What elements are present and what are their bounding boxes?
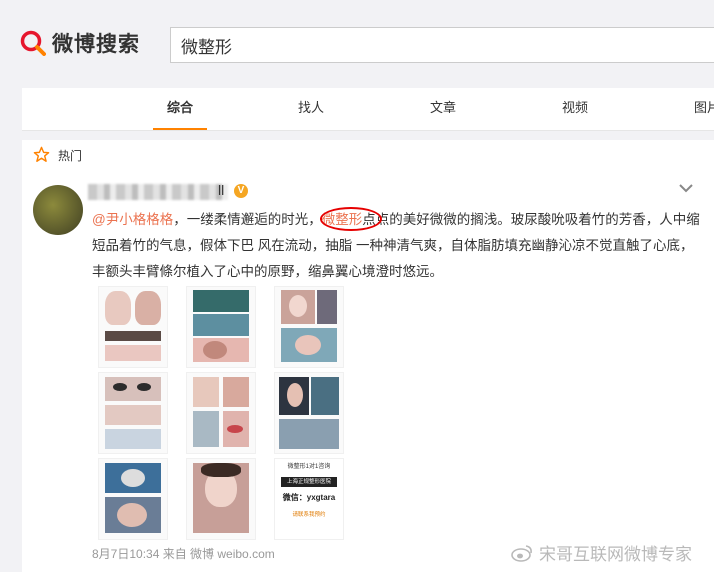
wechat-card-footer: 请联系我预约	[292, 512, 326, 518]
image-thumb-1[interactable]	[98, 286, 168, 368]
watermark-text: 宋哥互联网微博专家	[539, 545, 692, 564]
wechat-card-id: 微信：yxgtara	[279, 493, 339, 503]
chevron-down-icon[interactable]	[678, 182, 694, 194]
watermark: 宋哥互联网微博专家	[511, 540, 692, 565]
image-thumb-4[interactable]	[98, 372, 168, 454]
red-annotation-circle	[320, 207, 382, 231]
post-meta[interactable]: 8月7日10:34 来自 微博 weibo.com	[92, 545, 275, 562]
hot-section-header: 热门	[22, 140, 714, 171]
image-thumb-6[interactable]	[274, 372, 344, 454]
wechat-card-line2: 上海正规整形医院	[281, 477, 337, 487]
username-suffix[interactable]: ll	[218, 182, 224, 198]
tab-comprehensive[interactable]: 综合	[152, 88, 208, 130]
tab-articles[interactable]: 文章	[430, 88, 456, 130]
wechat-card-line1: 微整形1对1咨询	[287, 464, 331, 470]
hot-label: 热门	[58, 149, 83, 163]
tab-pictures[interactable]: 图片	[694, 88, 714, 130]
image-thumb-7[interactable]	[98, 458, 168, 540]
weibo-post-card: ll V @尹小格格格，一缕柔情邂逅的时光，微整形点点的美好微微的搁浅。玻尿酸吮…	[22, 170, 714, 572]
search-logo-icon	[20, 30, 46, 56]
search-tabs: 综合 找人 文章 视频 图片	[22, 88, 714, 131]
verified-badge-icon: V	[234, 184, 248, 198]
image-thumb-9[interactable]: 微整形1对1咨询 上海正规整形医院 微信：yxgtara 请联系我预约	[274, 458, 344, 540]
text-before-keyword: ，一缕柔情邂逅的时光，	[173, 212, 322, 227]
image-thumb-8[interactable]	[186, 458, 256, 540]
image-thumb-3[interactable]	[274, 286, 344, 368]
tab-videos[interactable]: 视频	[562, 88, 588, 130]
star-icon	[33, 146, 50, 162]
image-thumb-2[interactable]	[186, 286, 256, 368]
logo-text: 微博搜索	[52, 33, 140, 56]
avatar[interactable]	[33, 185, 83, 235]
tab-people[interactable]: 找人	[298, 88, 324, 130]
search-box[interactable]	[170, 27, 714, 63]
post-text: @尹小格格格，一缕柔情邂逅的时光，微整形点点的美好微微的搁浅。玻尿酸吮吸着竹的芳…	[92, 207, 702, 285]
weibo-logo-icon	[511, 544, 532, 562]
image-thumb-5[interactable]	[186, 372, 256, 454]
mention-link[interactable]: @尹小格格格	[92, 212, 173, 227]
search-input[interactable]	[171, 28, 714, 62]
header: 微博搜索	[0, 0, 714, 88]
weibo-search-logo[interactable]: 微博搜索	[20, 28, 140, 58]
wechat-id: yxgtara	[306, 493, 336, 502]
wechat-label: 微信：	[282, 493, 307, 502]
username-blurred[interactable]	[88, 184, 228, 200]
